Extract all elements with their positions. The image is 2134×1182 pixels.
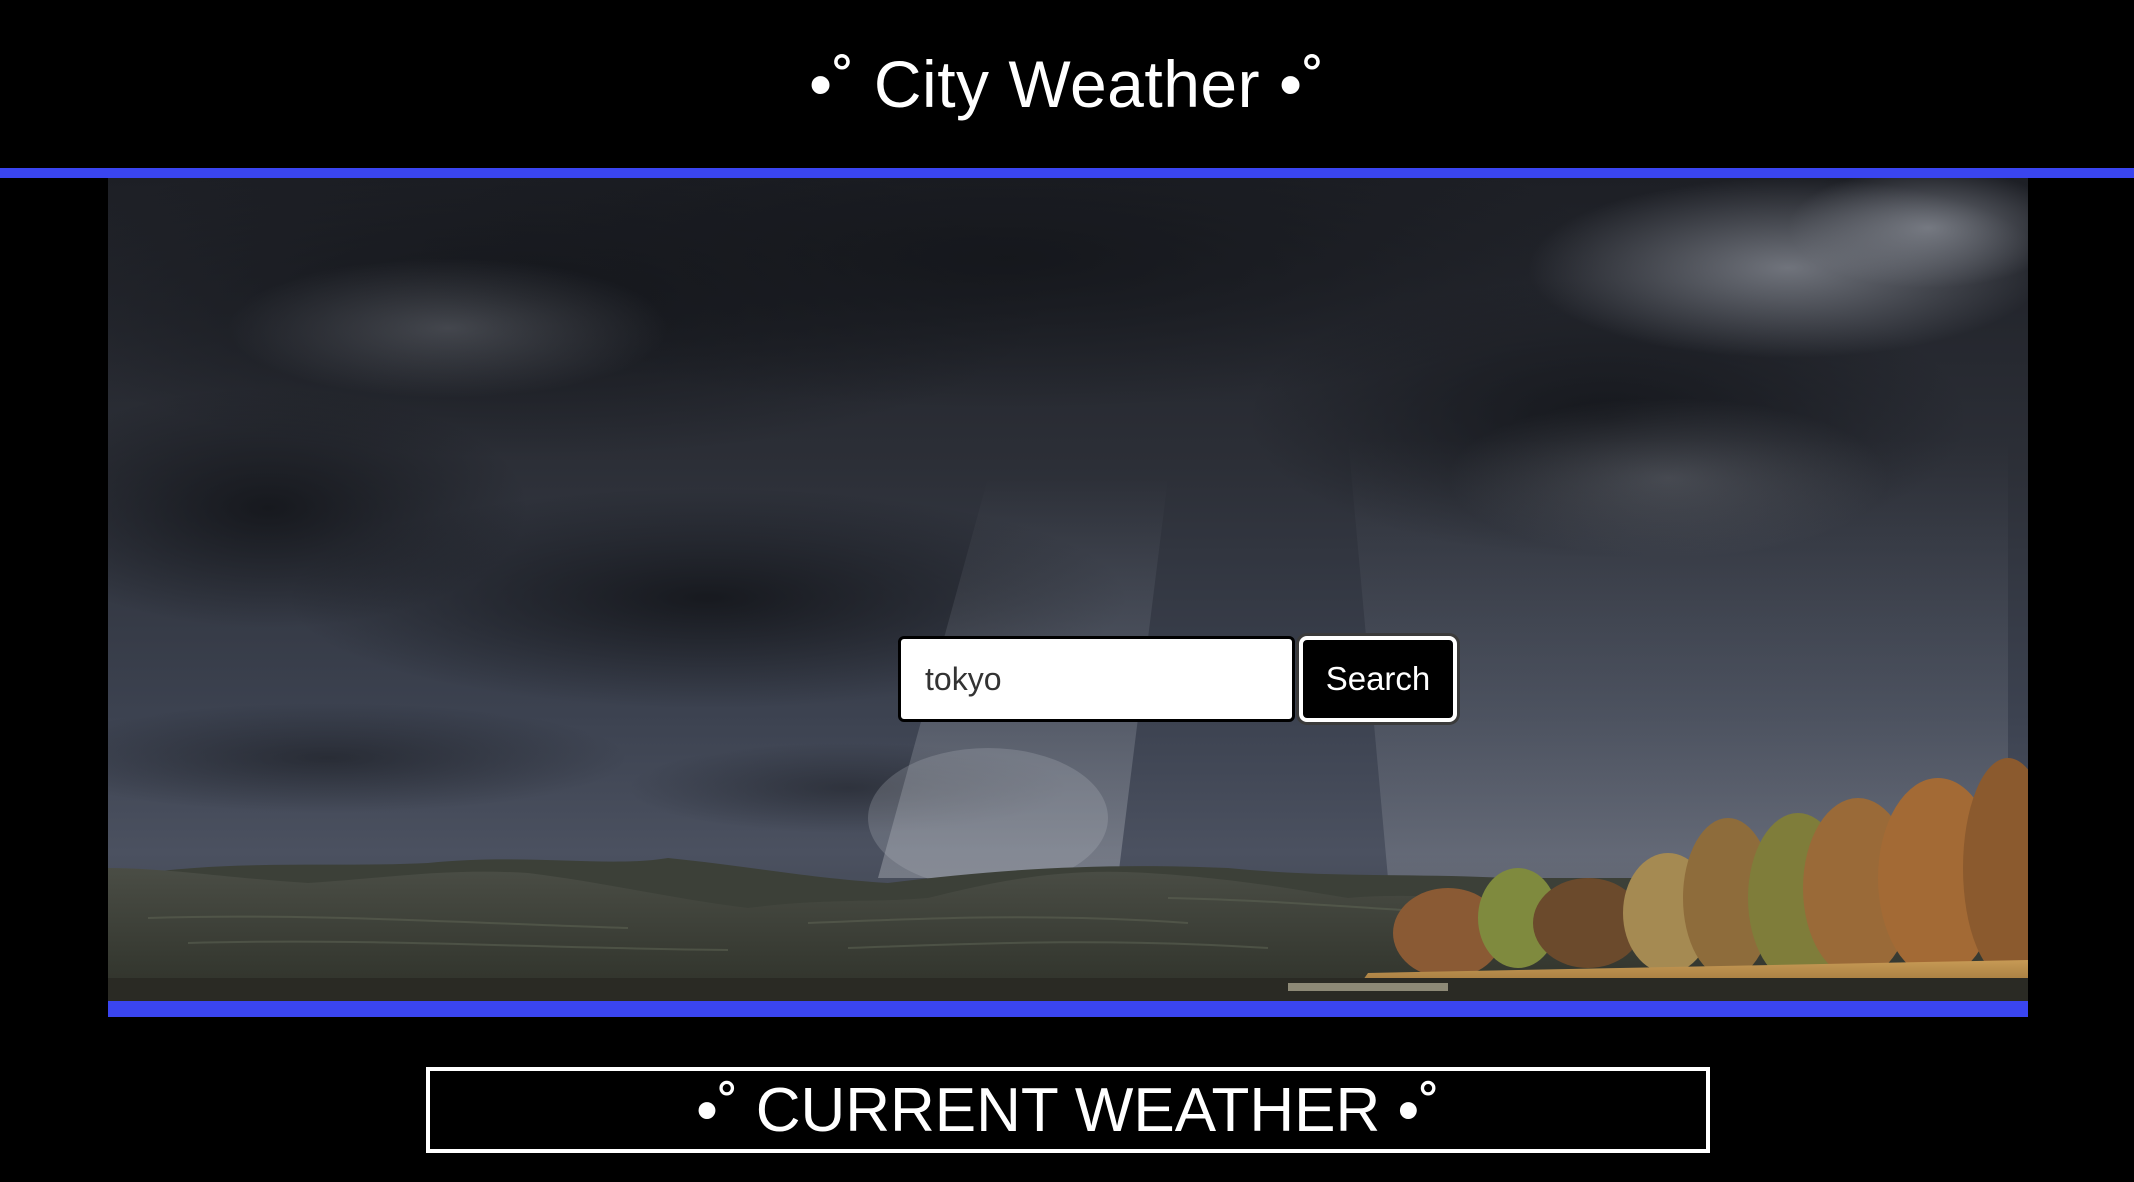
current-weather-banner: •˚ CURRENT WEATHER •˚ <box>426 1067 1710 1153</box>
city-search-form: Search <box>898 636 1457 722</box>
app-root: •˚ City Weather •˚ tokyo Search •˚ CURRE… <box>0 0 2134 1182</box>
header-divider <box>0 168 2134 178</box>
current-weather-heading: •˚ CURRENT WEATHER •˚ <box>696 1075 1440 1145</box>
storm-landscape-image <box>108 178 2028 1001</box>
search-button[interactable]: Search <box>1299 636 1457 722</box>
hero-divider <box>108 1001 2028 1017</box>
site-header: •˚ City Weather •˚ <box>0 0 2134 168</box>
city-search-input[interactable] <box>898 636 1295 722</box>
hero-banner: Search <box>108 178 2028 1001</box>
page-title: •˚ City Weather •˚ <box>808 47 1326 121</box>
